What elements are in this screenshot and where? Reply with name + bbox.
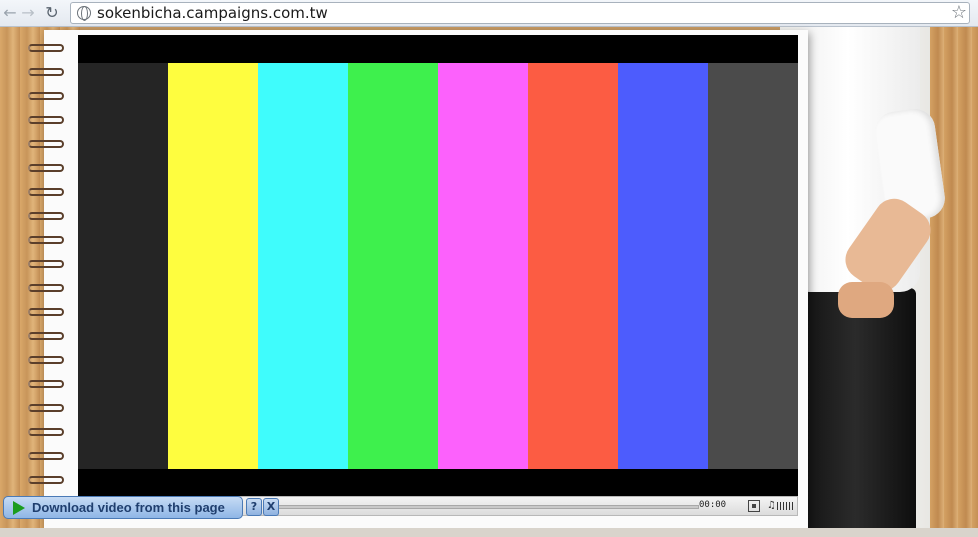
color-bar bbox=[438, 63, 528, 469]
spiral-ring bbox=[28, 44, 64, 52]
fullscreen-icon[interactable] bbox=[748, 500, 760, 512]
download-video-bar: Download video from this page ? X bbox=[3, 496, 279, 519]
spiral-ring bbox=[28, 356, 64, 364]
back-arrow-icon[interactable]: ← bbox=[0, 3, 20, 23]
color-bar bbox=[528, 63, 618, 469]
color-bar bbox=[708, 63, 798, 469]
spiral-ring bbox=[28, 284, 64, 292]
spiral-ring bbox=[28, 92, 64, 100]
spiral-ring bbox=[28, 212, 64, 220]
forward-arrow-icon[interactable]: → bbox=[18, 3, 38, 23]
color-bar bbox=[258, 63, 348, 469]
video-player[interactable] bbox=[78, 35, 798, 496]
spiral-ring bbox=[28, 428, 64, 436]
color-bars bbox=[78, 63, 798, 469]
page-bottom-strip bbox=[0, 528, 978, 537]
download-video-button[interactable]: Download video from this page bbox=[3, 496, 243, 519]
person-pants bbox=[806, 288, 916, 537]
spiral-ring bbox=[28, 308, 64, 316]
spiral-ring bbox=[28, 476, 64, 484]
color-bar bbox=[78, 63, 168, 469]
browser-toolbar: ← → ↻ sokenbicha.campaigns.com.tw ☆ bbox=[0, 0, 978, 27]
star-icon[interactable]: ☆ bbox=[951, 2, 967, 24]
wood-background-right bbox=[930, 27, 978, 537]
spiral-ring bbox=[28, 332, 64, 340]
globe-icon bbox=[77, 6, 91, 21]
time-display: 00:00 bbox=[699, 500, 727, 510]
color-bar bbox=[168, 63, 258, 469]
spiral-ring bbox=[28, 140, 64, 148]
play-icon bbox=[13, 501, 25, 515]
spiral-ring bbox=[28, 68, 64, 76]
spiral-ring bbox=[28, 236, 64, 244]
spiral-ring bbox=[28, 116, 64, 124]
spiral-ring bbox=[28, 404, 64, 412]
spiral-ring bbox=[28, 452, 64, 460]
spiral-ring bbox=[28, 260, 64, 268]
reload-icon[interactable]: ↻ bbox=[42, 3, 62, 23]
address-bar[interactable]: sokenbicha.campaigns.com.tw ☆ bbox=[70, 2, 970, 24]
download-video-label: Download video from this page bbox=[32, 500, 225, 515]
volume-icon[interactable]: ♫ bbox=[767, 500, 776, 512]
spiral-ring bbox=[28, 188, 64, 196]
color-bar bbox=[348, 63, 438, 469]
seek-bar[interactable] bbox=[269, 505, 699, 509]
person-hand bbox=[838, 282, 894, 318]
color-bar bbox=[618, 63, 708, 469]
help-button[interactable]: ? bbox=[246, 498, 262, 516]
spiral-ring bbox=[28, 380, 64, 388]
close-button[interactable]: X bbox=[263, 498, 279, 516]
spiral-ring bbox=[28, 164, 64, 172]
url-text[interactable]: sokenbicha.campaigns.com.tw bbox=[97, 4, 328, 23]
volume-slider[interactable] bbox=[777, 502, 795, 510]
